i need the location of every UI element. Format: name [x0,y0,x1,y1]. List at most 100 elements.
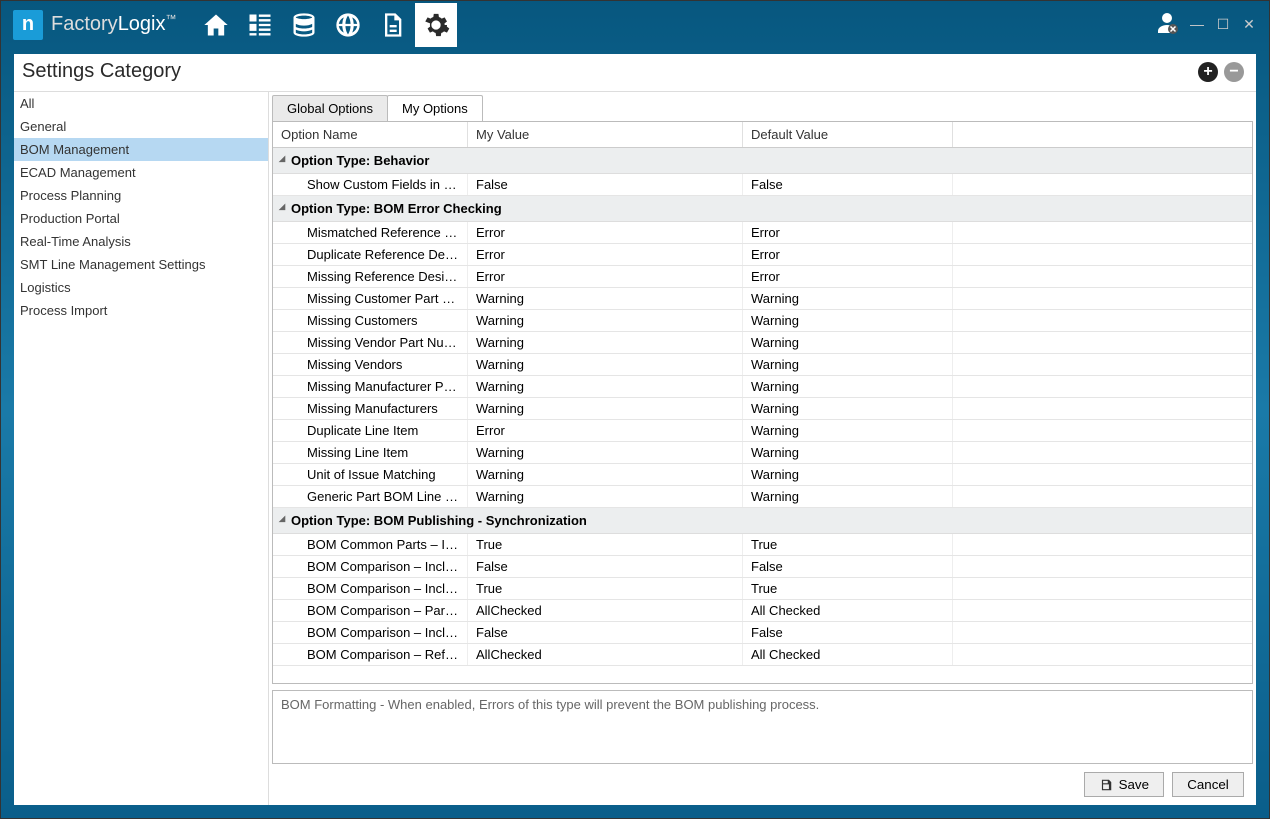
sidebar-item[interactable]: SMT Line Management Settings [14,253,268,276]
globe-icon[interactable] [327,3,369,47]
cancel-button[interactable]: Cancel [1172,772,1244,797]
cell: Warning [743,486,953,507]
save-button[interactable]: Save [1084,772,1164,797]
tab[interactable]: My Options [387,95,483,121]
cell: Warning [743,332,953,353]
table-row[interactable]: Duplicate Line ItemErrorWarning [273,420,1252,442]
sidebar-item[interactable]: ECAD Management [14,161,268,184]
cell: BOM Common Parts – Inclu... [273,534,468,555]
cell: False [743,174,953,195]
cell: Warning [468,464,743,485]
table-row[interactable]: BOM Comparison – Include...TrueTrue [273,578,1252,600]
sidebar-item[interactable]: All [14,92,268,115]
options-tabs: Global OptionsMy Options [269,92,1256,121]
cell: Warning [468,486,743,507]
logo-icon: n [13,10,43,40]
category-sidebar: AllGeneralBOM ManagementECAD ManagementP… [14,92,269,805]
grid-body: Option Type: BehaviorShow Custom Fields … [273,148,1252,683]
table-row[interactable]: Duplicate Reference Design...ErrorError [273,244,1252,266]
col-my-value[interactable]: My Value [468,122,743,147]
col-option-name[interactable]: Option Name [273,122,468,147]
cell: Warning [743,310,953,331]
group-header[interactable]: Option Type: Behavior [273,148,1252,174]
cell: Missing Manufacturer Part... [273,376,468,397]
maximize-button[interactable]: ☐ [1215,16,1231,33]
database-icon[interactable] [283,3,325,47]
cell: Error [468,266,743,287]
top-bar: n FactoryLogix™ ― ☐ ✕ [1,1,1269,48]
close-button[interactable]: ✕ [1241,16,1257,33]
cell: Warning [743,398,953,419]
cancel-label: Cancel [1187,777,1229,792]
table-row[interactable]: BOM Comparison – Referen...AllCheckedAll… [273,644,1252,666]
options-grid: Option Name My Value Default Value Optio… [272,121,1253,684]
document-icon[interactable] [371,3,413,47]
sidebar-item[interactable]: Real-Time Analysis [14,230,268,253]
sidebar-item[interactable]: BOM Management [14,138,268,161]
table-row[interactable]: BOM Comparison – Include...FalseFalse [273,622,1252,644]
col-default-value[interactable]: Default Value [743,122,953,147]
settings-icon[interactable] [415,3,457,47]
table-row[interactable]: BOM Comparison – Include...FalseFalse [273,556,1252,578]
table-row[interactable]: BOM Common Parts – Inclu...TrueTrue [273,534,1252,556]
table-row[interactable]: Missing Line ItemWarningWarning [273,442,1252,464]
table-row[interactable]: Show Custom Fields in the...FalseFalse [273,174,1252,196]
sidebar-item[interactable]: General [14,115,268,138]
table-row[interactable]: Unit of Issue MatchingWarningWarning [273,464,1252,486]
cell: All Checked [743,644,953,665]
cell: False [468,556,743,577]
cell: Warning [468,376,743,397]
cell: Warning [468,288,743,309]
cell: False [468,622,743,643]
table-row[interactable]: Missing VendorsWarningWarning [273,354,1252,376]
panel-title: Settings Category [22,60,181,83]
grid-icon[interactable] [239,3,281,47]
home-icon[interactable] [195,3,237,47]
table-row[interactable]: Missing Manufacturer Part...WarningWarni… [273,376,1252,398]
save-icon [1099,778,1113,792]
cell: Warning [468,398,743,419]
grid-header: Option Name My Value Default Value [273,122,1252,148]
minimize-button[interactable]: ― [1189,16,1205,33]
cell: Missing Line Item [273,442,468,463]
sidebar-item[interactable]: Production Portal [14,207,268,230]
sidebar-item[interactable]: Process Import [14,299,268,322]
cell: Mismatched Reference Cou... [273,222,468,243]
group-header[interactable]: Option Type: BOM Publishing - Synchroniz… [273,508,1252,534]
cell: BOM Comparison – Include... [273,622,468,643]
table-row[interactable]: Missing Vendor Part Numb...WarningWarnin… [273,332,1252,354]
remove-button[interactable]: − [1224,62,1244,82]
cell: Error [743,222,953,243]
cell: Warning [743,288,953,309]
table-row[interactable]: BOM Comparison – Part Op...AllCheckedAll… [273,600,1252,622]
table-row[interactable]: Missing Customer Part Nu...WarningWarnin… [273,288,1252,310]
cell: Duplicate Reference Design... [273,244,468,265]
cell: Warning [743,420,953,441]
tab[interactable]: Global Options [272,95,388,121]
table-row[interactable]: Missing CustomersWarningWarning [273,310,1252,332]
cell: Error [743,266,953,287]
user-icon[interactable] [1155,11,1179,38]
cell: Generic Part BOM Line Item... [273,486,468,507]
group-header[interactable]: Option Type: BOM Error Checking [273,196,1252,222]
cell: BOM Comparison – Referen... [273,644,468,665]
cell: Warning [468,310,743,331]
cell: Show Custom Fields in the... [273,174,468,195]
cell: Error [468,420,743,441]
cell: Warning [743,464,953,485]
content-area: Settings Category + − AllGeneralBOM Mana… [14,54,1256,805]
sidebar-item[interactable]: Logistics [14,276,268,299]
table-row[interactable]: Missing ManufacturersWarningWarning [273,398,1252,420]
table-row[interactable]: Missing Reference Designat...ErrorError [273,266,1252,288]
cell: False [743,622,953,643]
add-button[interactable]: + [1198,62,1218,82]
cell: Warning [468,442,743,463]
cell: BOM Comparison – Part Op... [273,600,468,621]
top-nav-icons [195,3,457,47]
table-row[interactable]: Mismatched Reference Cou...ErrorError [273,222,1252,244]
sidebar-item[interactable]: Process Planning [14,184,268,207]
logo-text: FactoryLogix™ [51,13,177,36]
table-row[interactable]: Generic Part BOM Line Item...WarningWarn… [273,486,1252,508]
cell: Warning [468,332,743,353]
cell: True [468,578,743,599]
